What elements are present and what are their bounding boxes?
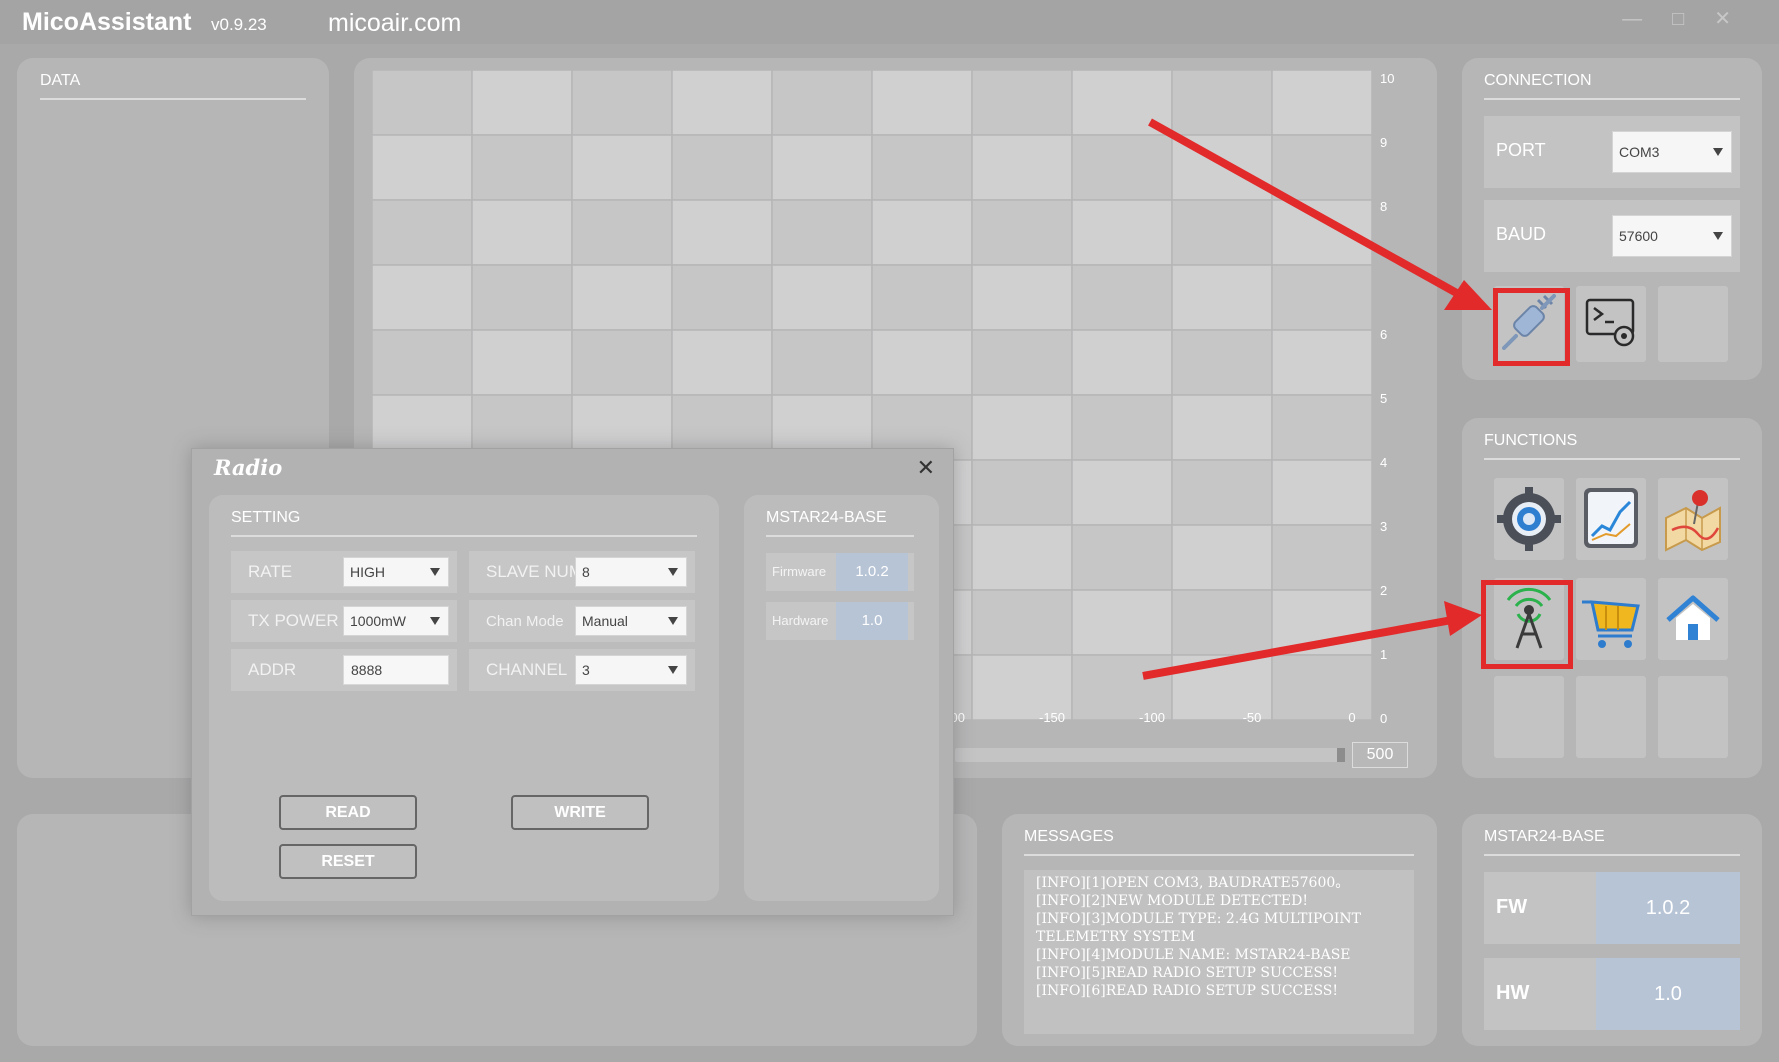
annotation-arrow-line	[1142, 616, 1453, 680]
annotation-arrow-head	[1444, 280, 1492, 310]
annotation-arrow-line	[1148, 118, 1464, 300]
annotation-arrow-head	[1444, 601, 1482, 636]
annotation-arrows	[1142, 118, 1492, 680]
